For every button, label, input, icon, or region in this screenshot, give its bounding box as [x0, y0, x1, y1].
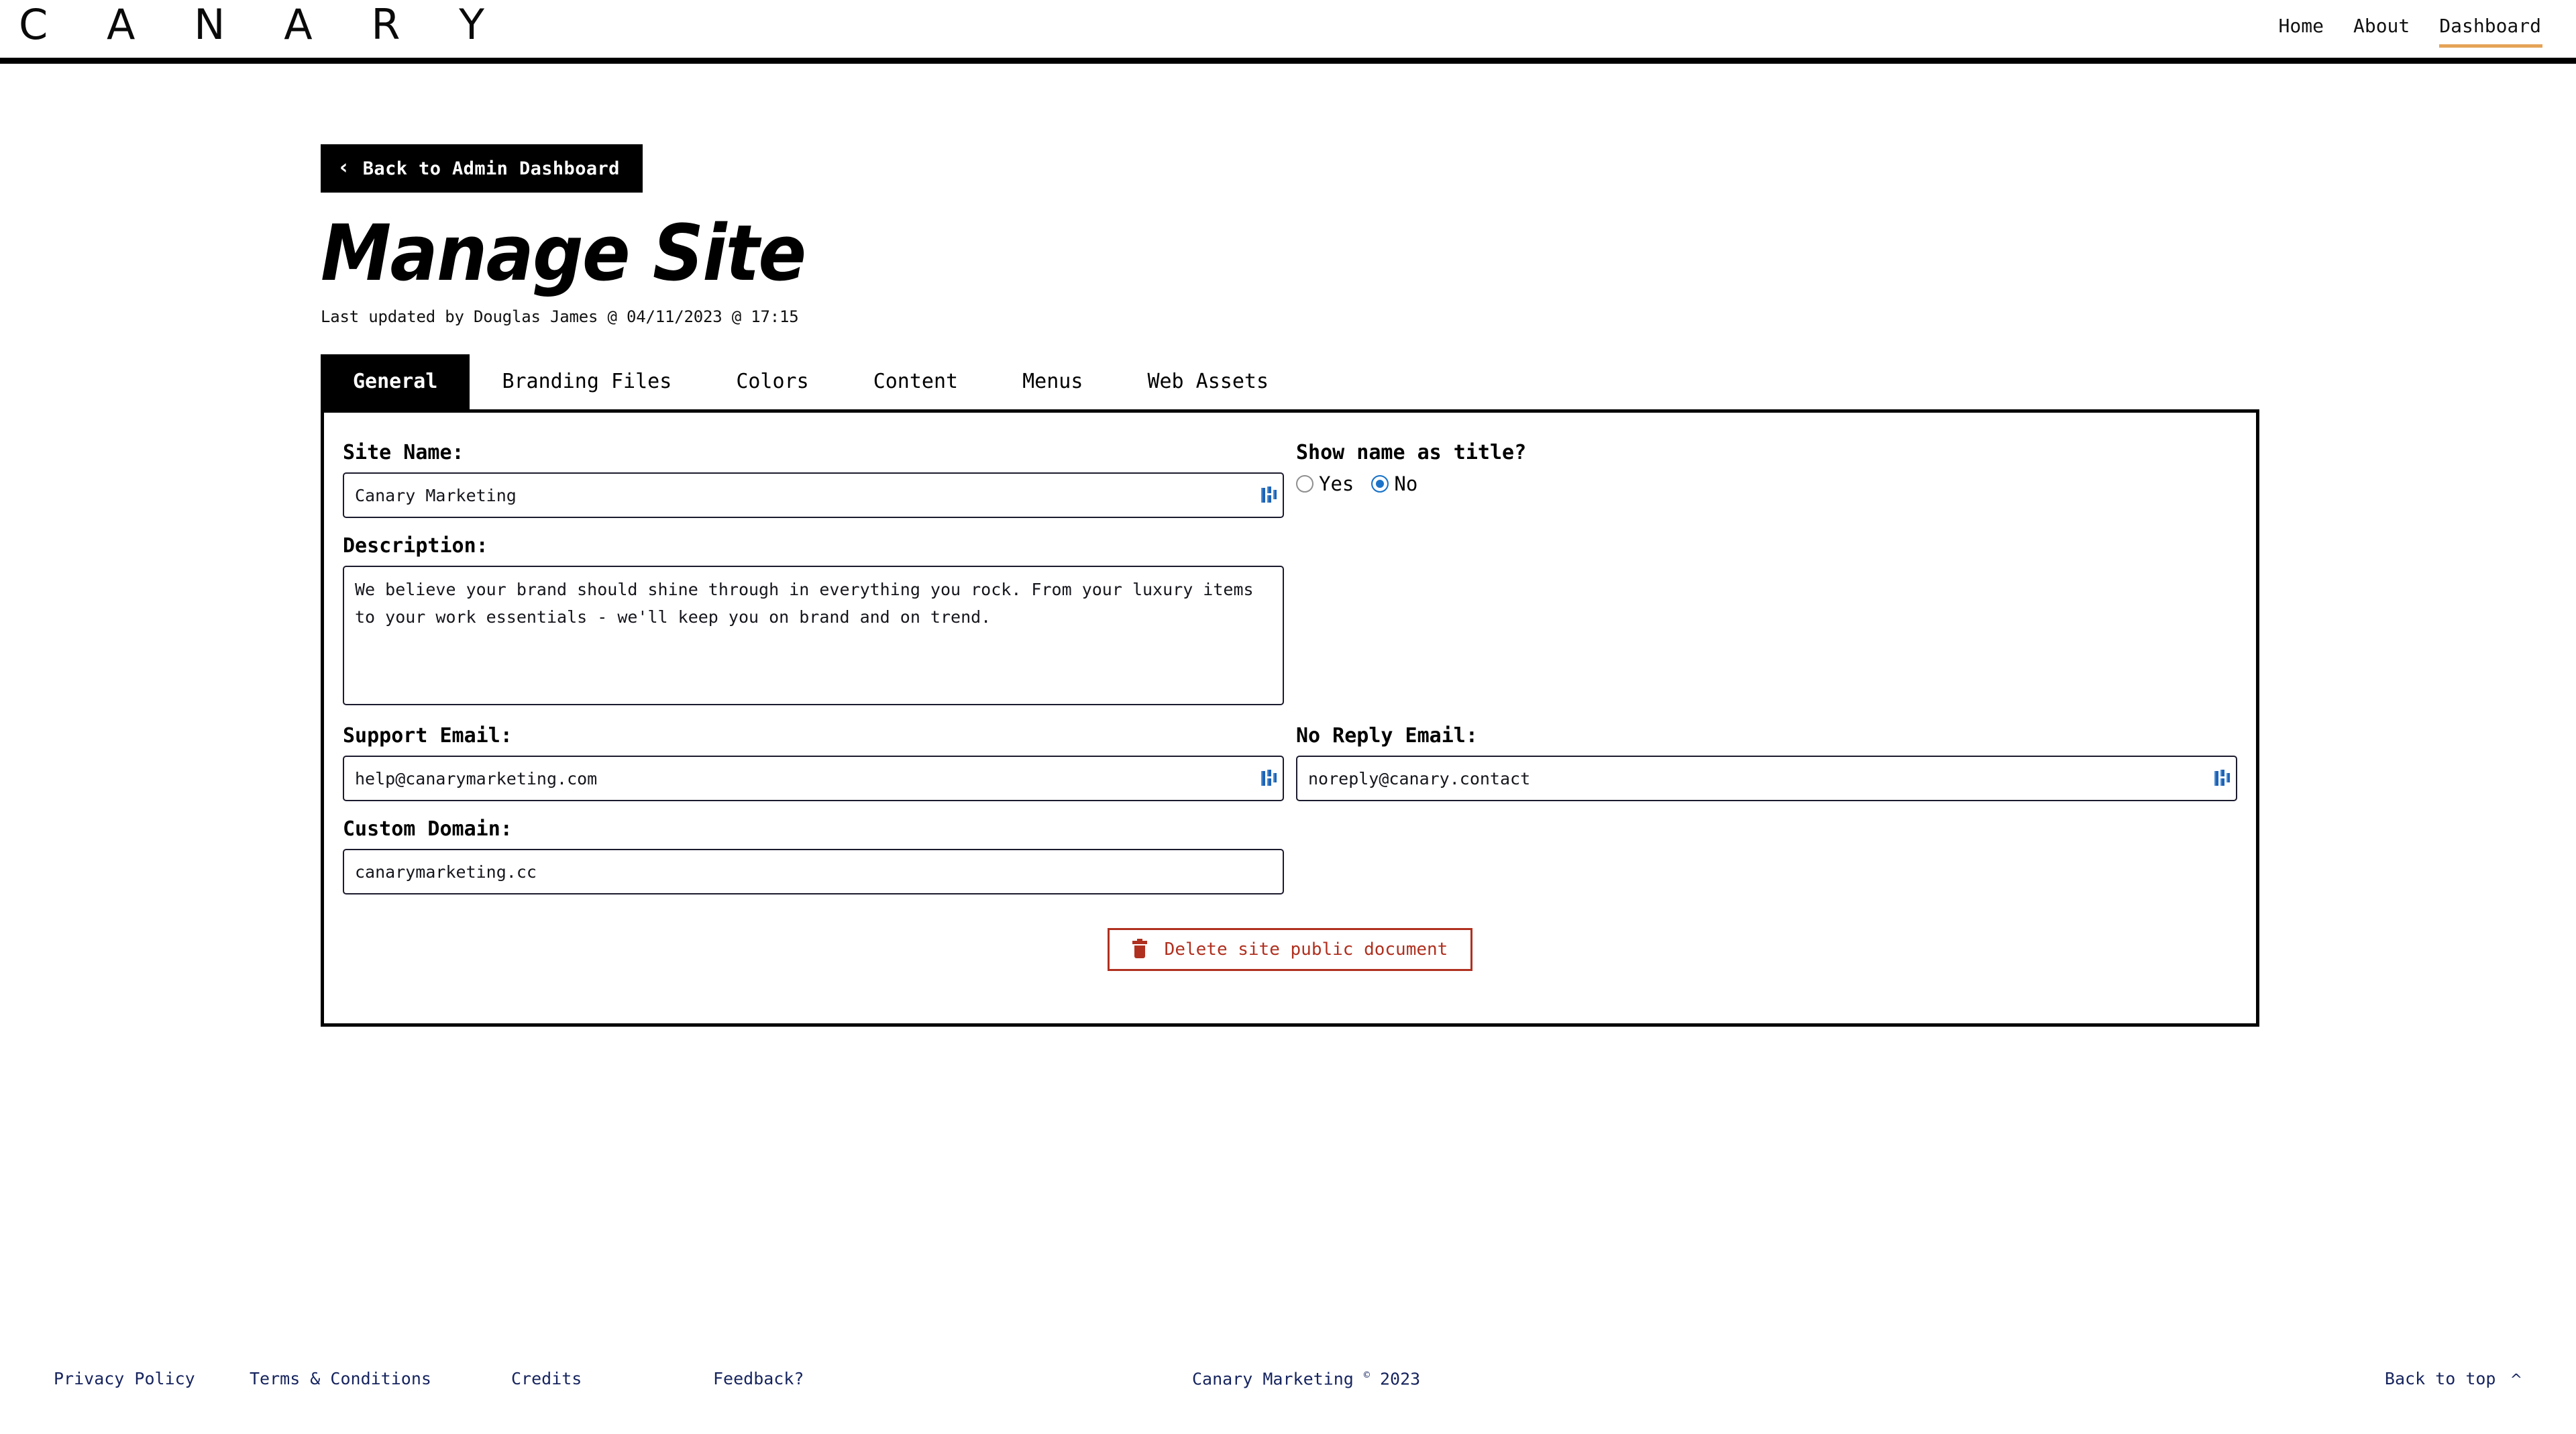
chevron-up-icon: ^	[2510, 1372, 2522, 1388]
custom-domain-input-wrapper	[343, 849, 1284, 894]
no-reply-email-input[interactable]	[1296, 756, 2237, 801]
support-email-input-wrapper	[343, 756, 1284, 801]
page-content: ‹ Back to Admin Dashboard Manage Site La…	[321, 144, 2259, 1027]
delete-action-row: Delete site public document	[343, 928, 2237, 971]
footer-copyright-name: Canary Marketing	[1192, 1369, 1354, 1389]
general-settings-panel: Site Name: Show name as title? Yes No	[321, 409, 2259, 1027]
back-to-admin-dashboard-button[interactable]: ‹ Back to Admin Dashboard	[321, 144, 643, 193]
no-reply-email-input-wrapper	[1296, 756, 2237, 801]
tab-branding-files[interactable]: Branding Files	[470, 354, 704, 409]
radio-yes-label[interactable]: Yes	[1319, 472, 1354, 495]
footer-copyright: Canary Marketing © 2023	[1192, 1369, 1420, 1388]
last-updated-text: Last updated by Douglas James @ 04/11/20…	[321, 307, 799, 326]
radio-no[interactable]	[1371, 475, 1389, 493]
show-name-as-title-group: Show name as title? Yes No	[1296, 441, 2237, 518]
footer-link-feedback[interactable]: Feedback?	[713, 1369, 804, 1388]
support-email-label: Support Email:	[343, 724, 513, 748]
footer-copyright-symbol: ©	[1363, 1369, 1370, 1381]
delete-site-public-document-button[interactable]: Delete site public document	[1107, 928, 1473, 971]
description-textarea[interactable]	[343, 566, 1284, 705]
nav-link-home[interactable]: Home	[2264, 15, 2339, 37]
radio-no-label[interactable]: No	[1394, 472, 1417, 495]
chevron-left-icon: ‹	[339, 155, 348, 179]
tab-general[interactable]: General	[321, 354, 470, 409]
custom-domain-field-group: Custom Domain:	[343, 817, 1290, 894]
support-email-input[interactable]	[343, 756, 1284, 801]
delete-button-label: Delete site public document	[1164, 939, 1448, 960]
site-name-field-group: Site Name:	[343, 441, 1284, 518]
description-field-group: Description:	[343, 534, 1290, 708]
site-name-input-wrapper	[343, 472, 1284, 518]
back-to-top-link[interactable]: Back to top ^	[2385, 1369, 2522, 1388]
site-name-input[interactable]	[343, 472, 1284, 518]
support-email-field-group: Support Email:	[343, 724, 1284, 801]
footer-copyright-year: 2023	[1379, 1369, 1421, 1389]
back-button-label: Back to Admin Dashboard	[362, 158, 620, 179]
radio-yes[interactable]	[1296, 475, 1313, 493]
no-reply-email-field-group: No Reply Email:	[1296, 724, 2237, 801]
tab-colors[interactable]: Colors	[704, 354, 841, 409]
custom-domain-label: Custom Domain:	[343, 817, 513, 841]
tab-content[interactable]: Content	[841, 354, 990, 409]
tab-bar: General Branding Files Colors Content Me…	[321, 354, 2259, 409]
no-reply-email-label: No Reply Email:	[1296, 724, 1478, 748]
brand-logo[interactable]: C A N A R Y	[19, 4, 507, 46]
back-to-top-label: Back to top	[2384, 1369, 2496, 1388]
description-label: Description:	[343, 534, 488, 558]
footer-link-credits[interactable]: Credits	[511, 1369, 582, 1388]
footer-link-terms-conditions[interactable]: Terms & Conditions	[250, 1369, 431, 1388]
page-title: Manage Site	[321, 209, 806, 299]
site-name-label: Site Name:	[343, 441, 464, 464]
nav-link-about[interactable]: About	[2339, 15, 2424, 37]
show-name-as-title-radios: Yes No	[1296, 472, 2237, 495]
tab-menus[interactable]: Menus	[990, 354, 1115, 409]
show-name-as-title-label: Show name as title?	[1296, 441, 1527, 464]
trash-icon	[1132, 939, 1147, 958]
nav-link-dashboard[interactable]: Dashboard	[2424, 15, 2556, 48]
tab-web-assets[interactable]: Web Assets	[1115, 354, 1301, 409]
footer-link-privacy-policy[interactable]: Privacy Policy	[54, 1369, 195, 1388]
custom-domain-input[interactable]	[343, 849, 1284, 894]
main-navigation: Home About Dashboard	[2264, 15, 2556, 48]
site-header: C A N A R Y Home About Dashboard	[0, 0, 2576, 64]
site-footer: Privacy Policy Terms & Conditions Credit…	[0, 1369, 2576, 1409]
